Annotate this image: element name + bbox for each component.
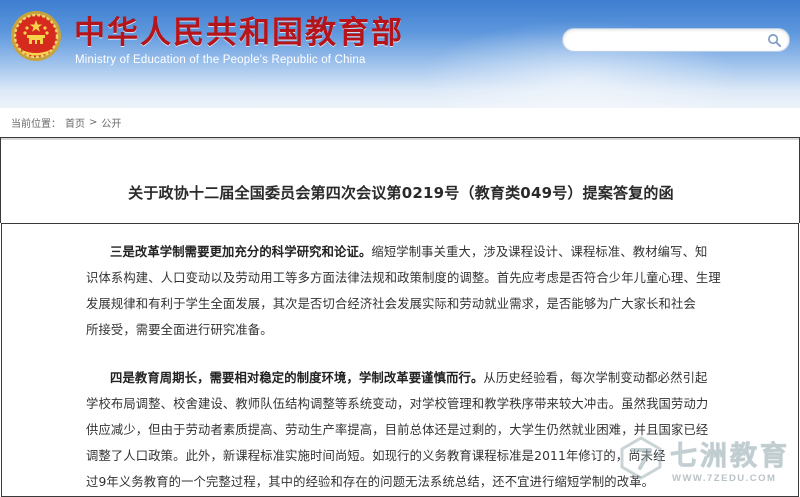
national-emblem-icon[interactable] <box>10 10 62 62</box>
breadcrumb-label: 当前位置： <box>11 118 61 130</box>
search-icon[interactable] <box>767 33 782 48</box>
panel-divider <box>1 138 799 140</box>
breadcrumb-public-link[interactable]: 公开 <box>101 115 121 130</box>
article-title-panel: 关于政协十二届全国委员会第四次会议第0219号（教育类049号）提案答复的函 <box>0 137 800 223</box>
paragraph-line: 学校布局调整、校舍建设、教师队伍结构调整等系统变动，对学校管理和教学秩序带来较大… <box>86 397 709 411</box>
article-paragraph-3: 三是改革学制需要更加充分的科学研究和论证。缩短学制事关重大，涉及课程设计、课程标… <box>86 239 726 343</box>
paragraph-line: 供应减少，但由于劳动者素质提高、劳动生产率提高，目前总体还是过剩的，大学生仍然就… <box>86 423 709 437</box>
paragraph-line: 四是教育周期长，需要相对稳定的制度环境，学制改革要谨慎而行。从历史经验看，每次学… <box>86 365 726 391</box>
article-paragraph-4: 四是教育周期长，需要相对稳定的制度环境，学制改革要谨慎而行。从历史经验看，每次学… <box>86 365 726 495</box>
paragraph-lead: 四是教育周期长，需要相对稳定的制度环境，学制改革要谨慎而行。 <box>110 371 484 385</box>
search-box <box>562 28 790 52</box>
paragraph-lead: 三是改革学制需要更加充分的科学研究和论证。 <box>110 245 372 259</box>
paragraph-line: 三是改革学制需要更加充分的科学研究和论证。缩短学制事关重大，涉及课程设计、课程标… <box>86 239 726 265</box>
paragraph-line: 调整了人口政策。此外，新课程标准实施时间尚短。如现行的义务教育课程标准是2011… <box>86 449 666 463</box>
paragraph-line: 识体系构建、人口变动以及劳动用工等多方面法律法规和政策制度的调整。首先应考虑是否… <box>86 271 721 285</box>
paragraph-text: 从历史经验看，每次学制变动都必然引起 <box>483 371 708 385</box>
paragraph-line: 所接受，需要全面进行研究准备。 <box>86 323 273 337</box>
site-title-cn[interactable]: 中华人民共和国教育部 <box>74 16 404 50</box>
breadcrumb: 当前位置： 首页 > 公开 <box>11 114 121 130</box>
site-title-en: Ministry of Education of the People's Re… <box>75 54 366 66</box>
breadcrumb-home-link[interactable]: 首页 <box>65 115 85 130</box>
paragraph-line: 发展规律和有利于学生全面发展，其次是否切合经济社会发展实际和劳动就业需求，是否能… <box>86 297 696 311</box>
breadcrumb-separator: > <box>89 116 98 128</box>
search-input[interactable] <box>575 32 755 48</box>
paragraph-line: 过9年义务教育的一个完整过程，其中的经验和存在的问题无法系统总结，还不宜进行缩短… <box>86 475 655 489</box>
site-header: 中华人民共和国教育部 Ministry of Education of the … <box>0 0 800 108</box>
paragraph-text: 缩短学制事关重大，涉及课程设计、课程标准、教材编写、知 <box>371 245 708 259</box>
article-title: 关于政协十二届全国委员会第四次会议第0219号（教育类049号）提案答复的函 <box>128 184 674 202</box>
article-body-panel: 三是改革学制需要更加充分的科学研究和论证。缩短学制事关重大，涉及课程设计、课程标… <box>1 223 799 497</box>
